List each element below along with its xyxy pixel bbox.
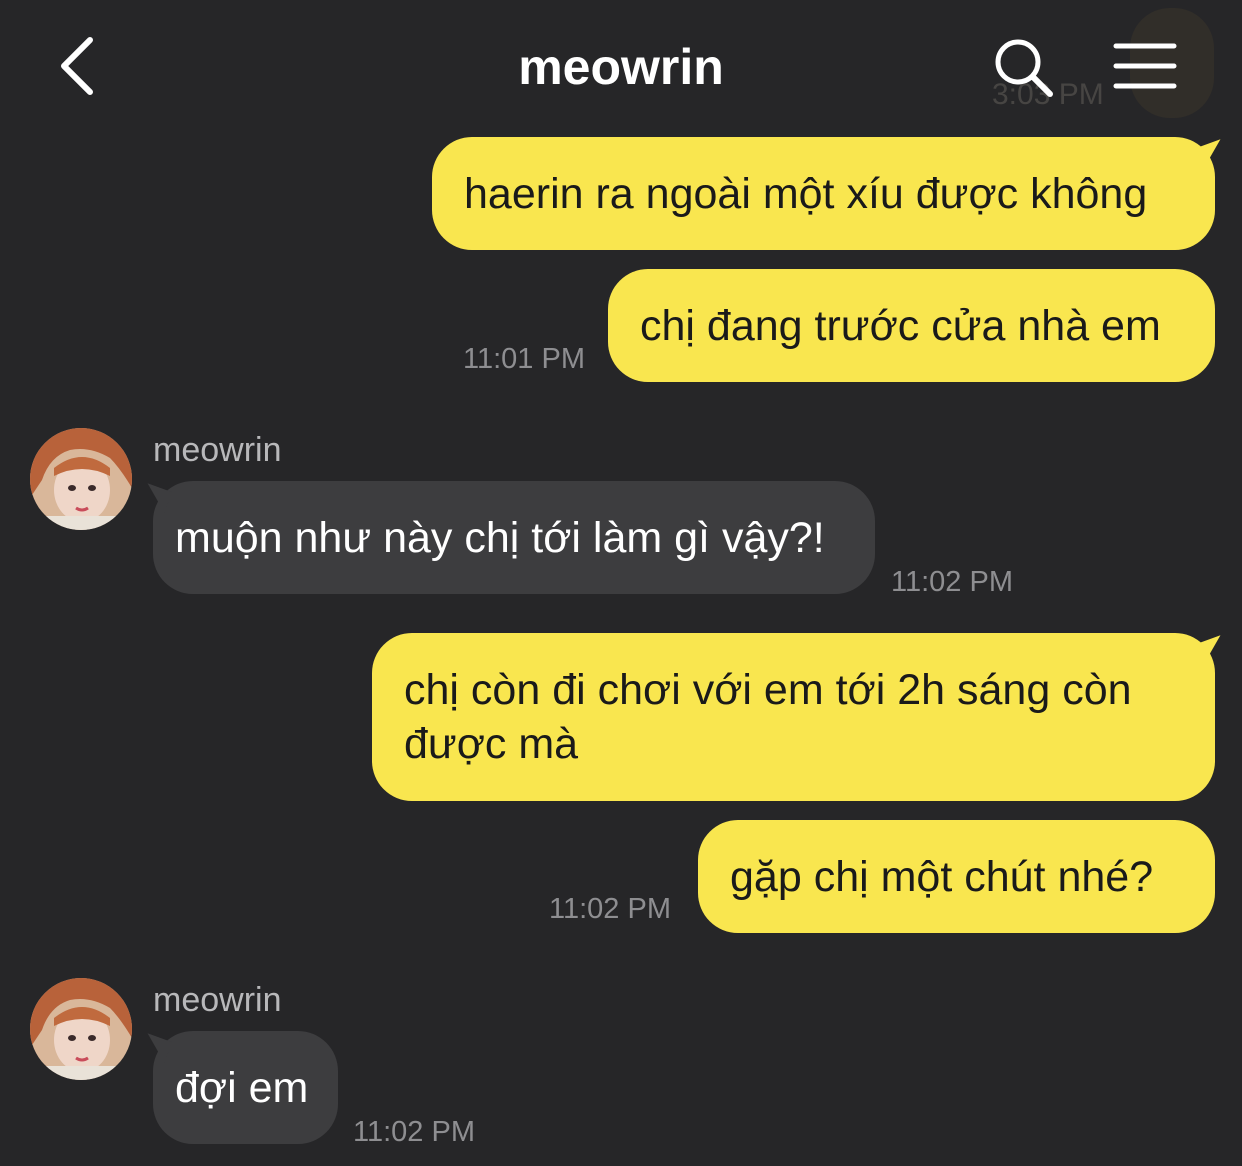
message-text: đợi em <box>175 1064 309 1112</box>
chat-header: 3:03 PM meowrin <box>0 0 1242 130</box>
chevron-left-icon <box>61 37 93 95</box>
sender-name: meowrin <box>153 981 282 1019</box>
message-timestamp: 11:02 PM <box>353 1116 475 1148</box>
message-bubble-sent[interactable]: haerin ra ngoài một xíu được không <box>432 137 1228 250</box>
message-bubble-sent[interactable]: chị còn đi chơi với em tới 2h sáng còn đ… <box>372 633 1228 801</box>
sender-name: meowrin <box>153 431 282 469</box>
message-text: haerin ra ngoài một xíu được không <box>464 170 1148 218</box>
message-timestamp: 11:02 PM <box>549 893 671 925</box>
message-bubble-received[interactable]: đợi em <box>140 1031 338 1144</box>
message-bubble-sent[interactable]: chị đang trước cửa nhà em <box>608 269 1215 382</box>
message-text: gặp chị một chút nhé? <box>730 853 1154 901</box>
avatar[interactable] <box>30 978 132 1080</box>
message-bubble-sent[interactable]: gặp chị một chút nhé? <box>698 820 1215 933</box>
message-text: muộn như này chị tới làm gì vậy?! <box>175 514 825 562</box>
message-timestamp: 11:01 PM <box>463 343 585 375</box>
hamburger-menu-icon <box>1113 43 1177 89</box>
message-text: chị còn đi chơi với em tới 2h sáng còn đ… <box>404 666 1132 768</box>
menu-button[interactable] <box>1110 38 1180 94</box>
avatar[interactable] <box>30 428 132 530</box>
message-bubble-received[interactable]: muộn như này chị tới làm gì vậy?! <box>140 481 875 594</box>
message-text: chị đang trước cửa nhà em <box>640 302 1161 350</box>
message-timestamp: 11:02 PM <box>891 566 1013 598</box>
search-icon <box>995 39 1053 97</box>
back-button[interactable] <box>52 30 108 102</box>
search-button[interactable] <box>990 34 1056 100</box>
